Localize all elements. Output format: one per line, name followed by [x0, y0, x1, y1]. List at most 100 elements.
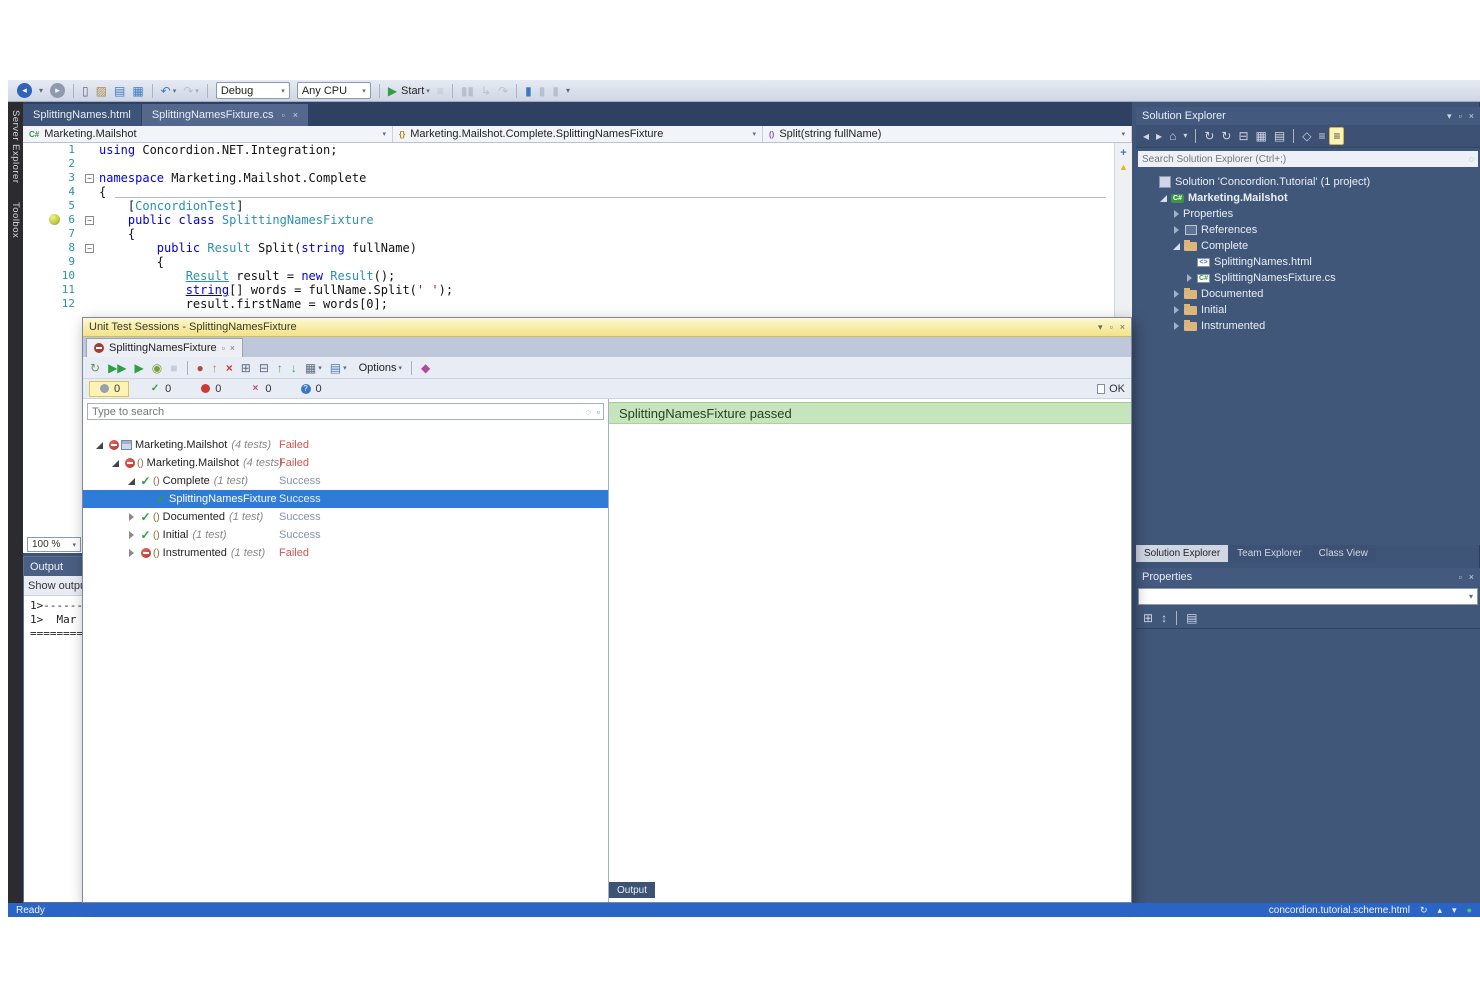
- expander-icon[interactable]: [1170, 306, 1183, 314]
- options-dropdown[interactable]: Options▾: [352, 359, 405, 377]
- code-line[interactable]: 8− public Result Split(string fullName): [23, 241, 1132, 255]
- pin-icon[interactable]: ▫: [281, 110, 284, 120]
- sync-with-active-document-icon[interactable]: ↻: [1201, 127, 1217, 145]
- test-search-input[interactable]: [88, 406, 582, 418]
- solution-tree-row[interactable]: Solution 'Concordion.Tutorial' (1 projec…: [1136, 174, 1480, 190]
- refresh-icon[interactable]: ↻: [1218, 127, 1234, 145]
- solution-tree-row[interactable]: References: [1136, 222, 1480, 238]
- resharper-status-icon[interactable]: +: [1120, 147, 1126, 159]
- previous-test-icon[interactable]: ↑: [274, 359, 286, 377]
- expander-icon[interactable]: [125, 478, 138, 485]
- back-button[interactable]: ◂: [14, 82, 35, 100]
- run-test-gutter-icon[interactable]: [49, 214, 60, 225]
- aborted-filter[interactable]: ×0: [241, 382, 279, 396]
- expander-icon[interactable]: [1170, 226, 1183, 234]
- expander-icon[interactable]: [109, 460, 122, 467]
- close-icon[interactable]: ×: [1469, 111, 1474, 121]
- solution-tree-row[interactable]: SplittingNames.html: [1136, 254, 1480, 270]
- fold-collapse-icon[interactable]: −: [85, 216, 94, 225]
- pin-icon[interactable]: ▫: [1459, 572, 1462, 582]
- properties-object-select[interactable]: ▾: [1138, 588, 1478, 605]
- code-line[interactable]: 6− public class SplittingNamesFixture: [23, 213, 1132, 227]
- editor-zoom-select[interactable]: 100 % ▾: [27, 537, 81, 552]
- warning-marker-icon[interactable]: ▲: [1119, 162, 1128, 172]
- refresh-icon[interactable]: ↻: [1420, 905, 1428, 916]
- solution-search-input[interactable]: [1138, 154, 1465, 165]
- code-line[interactable]: 4{: [23, 185, 1132, 199]
- start-button[interactable]: ▶Start▾: [385, 82, 433, 100]
- code-line[interactable]: 9 {: [23, 255, 1132, 269]
- session-tab[interactable]: SplittingNamesFixture ▫ ×: [86, 338, 243, 357]
- expander-icon[interactable]: [1157, 195, 1170, 202]
- code-line[interactable]: 5 [ConcordionTest]: [23, 199, 1132, 213]
- debug-configuration-select[interactable]: Debug▾: [216, 82, 290, 99]
- back-icon[interactable]: ◂: [1140, 127, 1152, 145]
- solution-tree-row[interactable]: Documented: [1136, 286, 1480, 302]
- fold-collapse-icon[interactable]: −: [85, 244, 94, 253]
- notifications-icon[interactable]: ●: [1467, 905, 1472, 915]
- categorized-icon[interactable]: ⊞: [1140, 609, 1156, 627]
- expander-icon[interactable]: [1170, 290, 1183, 298]
- redo-icon[interactable]: ↷▾: [180, 82, 202, 100]
- next-bookmark-icon[interactable]: ▮: [536, 82, 549, 100]
- sidebar-tab-server-explorer[interactable]: Server Explorer: [10, 110, 21, 184]
- alphabetical-icon[interactable]: ↕: [1158, 609, 1170, 627]
- remove-tests-icon[interactable]: ×: [223, 359, 236, 377]
- expander-icon[interactable]: [125, 531, 138, 539]
- show-all-files-icon[interactable]: ▦: [1253, 127, 1270, 145]
- solution-tree-row[interactable]: Initial: [1136, 302, 1480, 318]
- fold-collapse-icon[interactable]: −: [85, 174, 94, 183]
- expander-icon[interactable]: [125, 549, 138, 557]
- inconclusive-filter[interactable]: 0: [89, 381, 129, 397]
- sidebar-tab-toolbox[interactable]: Toolbox: [10, 202, 21, 238]
- document-tab[interactable]: SplittingNames.html: [23, 104, 141, 126]
- expander-icon[interactable]: [1170, 210, 1183, 218]
- new-file-icon[interactable]: ▯: [79, 82, 92, 100]
- window-position-icon[interactable]: ▾: [1098, 322, 1103, 333]
- pin-icon[interactable]: ▫: [1459, 111, 1462, 121]
- step-over-icon[interactable]: ↷: [495, 82, 511, 100]
- close-icon[interactable]: ×: [293, 110, 298, 120]
- close-icon[interactable]: ×: [230, 343, 235, 353]
- properties-titlebar[interactable]: Properties ▫ ×: [1136, 568, 1480, 586]
- customize-icon[interactable]: ≡: [1315, 127, 1328, 145]
- home-icon[interactable]: ⌂: [1166, 127, 1179, 145]
- test-tree-row[interactable]: ✓()Documented(1 test)Success: [83, 508, 608, 526]
- code-line[interactable]: 10 Result result = new Result();: [23, 269, 1132, 283]
- solution-tree-row[interactable]: SplittingNamesFixture.cs: [1136, 270, 1480, 286]
- panel-tab-solution-explorer[interactable]: Solution Explorer: [1136, 545, 1228, 562]
- debug-selected-tests-icon[interactable]: ◉: [149, 359, 165, 377]
- test-tree-row[interactable]: ✓SplittingNamesFixtureSuccess: [83, 490, 608, 508]
- unit-test-sessions-titlebar[interactable]: Unit Test Sessions - SplittingNamesFixtu…: [83, 318, 1131, 337]
- code-line[interactable]: 12 result.firstName = words[0];: [23, 297, 1132, 311]
- float-icon[interactable]: ▫: [1110, 322, 1113, 332]
- session-appearance-dropdown[interactable]: ▤▾: [327, 359, 350, 377]
- type-dropdown[interactable]: {} Marketing.Mailshot.Complete.Splitting…: [393, 126, 763, 142]
- test-tree-row[interactable]: ()Instrumented(1 test)Failed: [83, 544, 608, 562]
- code-line[interactable]: 7 {: [23, 227, 1132, 241]
- back-history-dropdown[interactable]: ▾: [36, 82, 46, 100]
- test-tree-row[interactable]: ✓()Initial(1 test)Success: [83, 526, 608, 544]
- undo-icon[interactable]: ↶▾: [158, 82, 180, 100]
- test-tree-row[interactable]: ✓()Complete(1 test)Success: [83, 472, 608, 490]
- forward-icon[interactable]: ▸: [1153, 127, 1165, 145]
- append-tests-icon[interactable]: ↑: [209, 359, 221, 377]
- stop-run-icon[interactable]: ■: [167, 359, 180, 377]
- repeat-previous-run-icon[interactable]: ↻: [87, 359, 103, 377]
- test-tree-row[interactable]: Marketing.Mailshot(4 tests)Failed: [83, 436, 608, 454]
- panel-tab-team-explorer[interactable]: Team Explorer: [1229, 545, 1309, 562]
- close-icon[interactable]: ×: [1469, 572, 1474, 582]
- code-line[interactable]: 3−namespace Marketing.Mailshot.Complete: [23, 171, 1132, 185]
- failed-filter[interactable]: 0: [191, 382, 229, 396]
- forward-button[interactable]: ▸: [47, 82, 68, 100]
- document-tab[interactable]: SplittingNamesFixture.cs▫×: [142, 104, 308, 126]
- pin-icon[interactable]: ▫: [222, 343, 225, 353]
- passed-filter[interactable]: ✓0: [141, 382, 179, 396]
- scroll-up-icon[interactable]: ▴: [1438, 905, 1443, 916]
- window-position-icon[interactable]: ▾: [1447, 111, 1452, 122]
- search-icon[interactable]: ◌: [585, 407, 590, 417]
- scroll-down-icon[interactable]: ▾: [1452, 905, 1457, 916]
- run-all-tests-icon[interactable]: ▶▶: [105, 359, 129, 377]
- view-code-icon[interactable]: ◇: [1299, 127, 1314, 145]
- test-tree-row[interactable]: ()Marketing.Mailshot(4 tests)Failed: [83, 454, 608, 472]
